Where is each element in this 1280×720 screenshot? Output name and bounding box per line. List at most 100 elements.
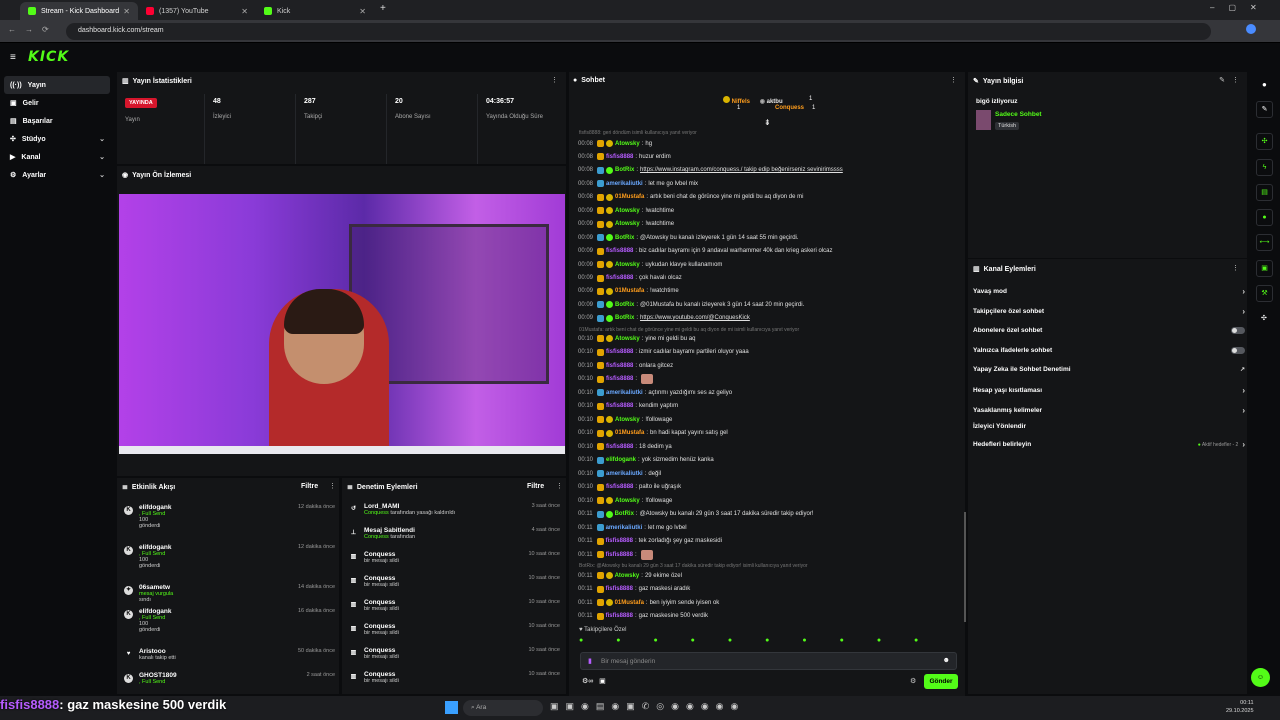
- chat-scrollbar[interactable]: [964, 512, 966, 622]
- more-icon[interactable]: ⋮: [950, 76, 957, 84]
- more-icon[interactable]: ⋮: [329, 482, 336, 490]
- chat-message[interactable]: 00:11 fisfis8888: gaz maskesine 500 verdik: [578, 611, 708, 622]
- chat-username[interactable]: BotRix: [615, 235, 634, 241]
- chat-message[interactable]: 00:09 Atowsky: !watchtime: [578, 205, 674, 216]
- chat-message[interactable]: 00:11 Atowsky:29 ekime özel: [578, 570, 682, 581]
- action-slow-mode[interactable]: Yavaş mod ›: [973, 287, 1245, 296]
- windows-start-icon[interactable]: [445, 701, 458, 714]
- close-icon[interactable]: ✕: [123, 7, 130, 16]
- chat-username[interactable]: Atowsky: [615, 498, 640, 504]
- chat-message[interactable]: 00:10 fisfis8888: palto ile uğraşık: [578, 482, 681, 493]
- sidebar-item-ayarlar[interactable]: ⚙ Ayarlar ⌄: [4, 166, 110, 184]
- rail-icon[interactable]: ✣: [1256, 133, 1273, 150]
- gear-icon[interactable]: ⚙: [910, 677, 916, 685]
- pencil-icon[interactable]: ✎: [1256, 101, 1273, 118]
- raid-icon[interactable]: ⟷: [1256, 234, 1273, 251]
- chat-message[interactable]: 00:10 fisfis8888:18 dedim ya: [578, 441, 672, 452]
- settings-icons[interactable]: ⚙∞ ▣: [582, 677, 606, 685]
- action-goals[interactable]: Hedefleri belirleyin ● Aktif hedefler - 2…: [973, 440, 1245, 449]
- sidebar-item-yayin[interactable]: ((·)) Yayın: [4, 76, 110, 94]
- tab-youtube[interactable]: (1357) YouTube ✕: [138, 2, 256, 20]
- profile-avatar[interactable]: [1246, 24, 1256, 34]
- chat-username[interactable]: BotRix: [615, 167, 634, 173]
- chat-message[interactable]: 00:08 BotRix: https://www.instagram.com/co…: [578, 165, 843, 176]
- emotes-only-toggle[interactable]: [1231, 347, 1245, 354]
- activity-filter-button[interactable]: Filtre: [301, 483, 318, 490]
- new-tab-icon[interactable]: +: [380, 3, 386, 14]
- bolt-icon[interactable]: ϟ: [1256, 159, 1273, 176]
- sidebar-item-studyo[interactable]: ✣ Stüdyo ⌄: [4, 130, 110, 148]
- action-ai-moderation[interactable]: Yapay Zeka ile Sohbet Denetimi ↗: [973, 366, 1245, 373]
- chat-message[interactable]: 00:10 fisfis8888: onlara gitcez: [578, 360, 673, 371]
- sidebar-item-gelir[interactable]: ▣ Gelir: [4, 94, 110, 112]
- chat-username[interactable]: BotRix: [615, 511, 634, 517]
- chat-message[interactable]: 00:09 Atowsky: uykudan klavye kullanamıom: [578, 259, 722, 270]
- chat-username[interactable]: 01Mustafa: [615, 194, 644, 200]
- action-banned-words[interactable]: Yasaklanmış kelimeler ›: [973, 406, 1245, 415]
- chat-icon[interactable]: ●: [1256, 209, 1273, 226]
- chat-message[interactable]: 00:11 fisfis8888: gaz maskesi aradık: [578, 584, 690, 595]
- chat-username[interactable]: amerikaliutki: [606, 471, 643, 477]
- action-followers-only[interactable]: Takipçilere özel sohbet ›: [973, 307, 1245, 316]
- chat-username[interactable]: amerikaliutki: [606, 390, 643, 396]
- chat-message[interactable]: 00:10 amerikaliutki: değil: [578, 468, 661, 479]
- action-account-age[interactable]: Hesap yaşı kısıtlaması ›: [973, 386, 1245, 395]
- chat-message[interactable]: 00:10 Atowsky: !followage: [578, 414, 672, 425]
- chat-username[interactable]: fisfis8888: [606, 538, 633, 544]
- chat-message[interactable]: 00:11 fisfis8888:: [578, 549, 653, 560]
- chat-username[interactable]: Atowsky: [615, 262, 640, 268]
- chat-message[interactable]: 00:10 fisfis8888: izmir cadılar bayramı pa…: [578, 347, 749, 358]
- more-icon[interactable]: ⋮: [556, 482, 563, 490]
- more-icon[interactable]: ⋮: [1232, 264, 1239, 272]
- chat-message[interactable]: 00:10 elifdogank: yok sizmedim henüz kanka: [578, 455, 714, 466]
- chat-message[interactable]: 00:08 fisfis8888: huzur erdim: [578, 151, 671, 162]
- chat-username[interactable]: Atowsky: [615, 336, 640, 342]
- send-button[interactable]: Gönder: [924, 674, 958, 689]
- chat-message[interactable]: 00:09 fisfis8888: çok havalı olcaz: [578, 273, 682, 284]
- chat-username[interactable]: fisfis8888: [606, 552, 633, 558]
- chat-message[interactable]: 00:09 fisfis8888: biz cadılar bayramı için…: [578, 246, 832, 257]
- chat-username[interactable]: Atowsky: [615, 208, 640, 214]
- chat-username[interactable]: fisfis8888: [606, 376, 633, 382]
- edit-icon[interactable]: ✎: [1219, 76, 1225, 84]
- action-emotes-only[interactable]: Yalnızca ifadelerle sohbet: [973, 347, 1245, 354]
- window-controls[interactable]: –▢✕: [1210, 3, 1271, 12]
- emote-bar[interactable]: ●●●●●●●●●●: [579, 637, 957, 649]
- chat-username[interactable]: Atowsky: [615, 417, 640, 423]
- tab-stream-dashboard[interactable]: Stream - Kick Dashboard ✕: [20, 2, 138, 20]
- stream-preview-video[interactable]: [119, 194, 565, 446]
- chat-message[interactable]: 00:09 01Mustafa: !watchtime: [578, 286, 679, 297]
- sidebar-item-kanal[interactable]: ▶ Kanal ⌄: [4, 148, 110, 166]
- chat-username[interactable]: Atowsky: [615, 573, 640, 579]
- tab-kick[interactable]: Kick ✕: [256, 2, 374, 20]
- kick-logo[interactable]: KICK: [28, 49, 69, 65]
- chat-username[interactable]: BotRix: [615, 302, 634, 308]
- chat-username[interactable]: 01Mustafa: [615, 600, 644, 606]
- doc-icon[interactable]: ▤: [1256, 184, 1273, 201]
- wrench-icon[interactable]: ⚒: [1256, 285, 1273, 302]
- more-icon[interactable]: ⋮: [1232, 76, 1239, 84]
- info-icon[interactable]: ●: [1262, 80, 1267, 89]
- chat-input[interactable]: ▮ Bir mesaj gönderin ☻: [580, 652, 957, 670]
- taskbar-search[interactable]: ⌕ Ara: [463, 700, 543, 716]
- moderation-filter-button[interactable]: Filtre: [527, 483, 544, 490]
- taskbar-apps[interactable]: ▣▣◉▤◉▣✆◎◉◉◉◉◉: [550, 701, 745, 712]
- chat-message[interactable]: 00:10 fisfis8888: kendim yaptım: [578, 401, 678, 412]
- chat-message[interactable]: 00:10 Atowsky: !followage: [578, 495, 672, 506]
- subscribers-only-toggle[interactable]: [1231, 327, 1245, 334]
- more-icon[interactable]: ⋮: [551, 76, 558, 84]
- apps-icon[interactable]: ✣: [1261, 314, 1267, 322]
- pin-icon[interactable]: ⇟: [764, 118, 771, 127]
- chat-username[interactable]: amerikaliutki: [606, 525, 643, 531]
- chat-message[interactable]: 00:10 amerikaliutki: açtınmı yazdığımı ses…: [578, 387, 732, 398]
- chat-message[interactable]: 00:08 01Mustafa: artık beni chat de görünc…: [578, 192, 803, 203]
- chat-message[interactable]: 00:11 01Mustafa: ben iyiyim sende iyisen o…: [578, 597, 719, 608]
- chat-username[interactable]: fisfis8888: [606, 363, 633, 369]
- chat-message[interactable]: 00:09 Atowsky: !watchtime: [578, 219, 674, 230]
- chat-message[interactable]: 00:10 fisfis8888:: [578, 374, 654, 385]
- chat-message[interactable]: 00:10 Atowsky: yine mi geldi bu aq: [578, 333, 695, 344]
- chat-username[interactable]: 01Mustafa: [615, 288, 644, 294]
- support-chat-icon[interactable]: ☺: [1251, 668, 1270, 687]
- action-raid[interactable]: İzleyici Yönlendir: [973, 423, 1245, 430]
- chat-message[interactable]: 00:08 Atowsky: hg: [578, 138, 652, 149]
